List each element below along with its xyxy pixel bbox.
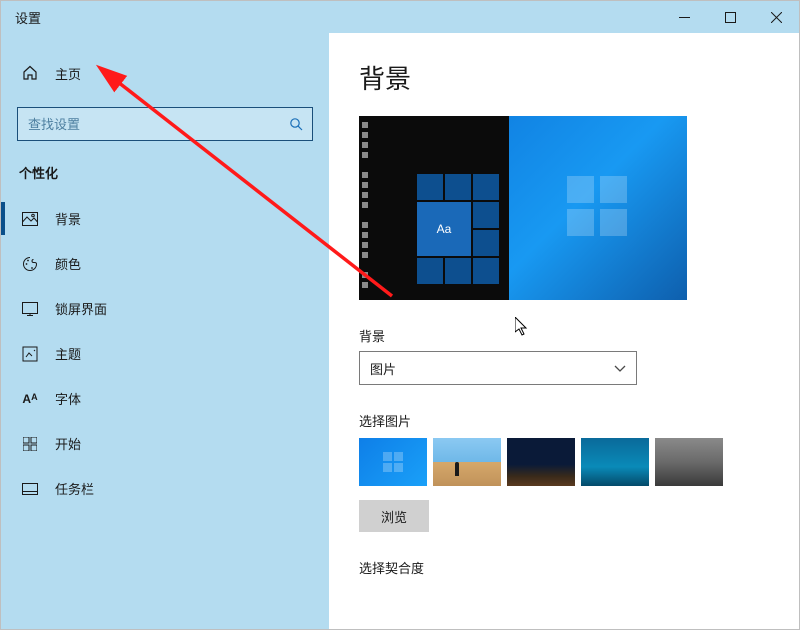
minimize-button[interactable] xyxy=(661,1,707,33)
nav-label: 锁屏界面 xyxy=(55,299,107,318)
background-select[interactable]: 图片 xyxy=(359,351,637,385)
nav-item-background[interactable]: 背景 xyxy=(1,196,329,241)
window-body: 主页 个性化 背景 颜色 锁屏界面 xyxy=(1,33,799,629)
picture-thumb-1[interactable] xyxy=(359,438,427,486)
nav-label: 主题 xyxy=(55,344,81,363)
picture-thumb-2[interactable] xyxy=(433,438,501,486)
titlebar: 设置 xyxy=(1,1,799,33)
search-input[interactable] xyxy=(28,117,288,132)
section-title: 个性化 xyxy=(19,163,329,182)
background-select-value: 图片 xyxy=(370,359,396,378)
nav-label: 任务栏 xyxy=(55,479,94,498)
preview-tile-text: Aa xyxy=(417,202,471,256)
maximize-button[interactable] xyxy=(707,1,753,33)
main-content: 背景 Aa 背景 图片 选择图片 xyxy=(329,33,799,629)
picture-thumb-5[interactable] xyxy=(655,438,723,486)
browse-button[interactable]: 浏览 xyxy=(359,500,429,532)
fit-label: 选择契合度 xyxy=(359,558,765,577)
minimize-icon xyxy=(679,12,690,23)
nav-item-fonts[interactable]: AA 字体 xyxy=(1,376,329,421)
nav-item-taskbar[interactable]: 任务栏 xyxy=(1,466,329,511)
close-icon xyxy=(771,12,782,23)
nav-label: 颜色 xyxy=(55,254,81,273)
lock-screen-icon xyxy=(19,302,41,316)
nav-label: 开始 xyxy=(55,434,81,453)
taskbar-icon xyxy=(19,483,41,495)
search-box[interactable] xyxy=(17,107,313,141)
windows-logo-icon xyxy=(567,176,627,236)
nav-list: 背景 颜色 锁屏界面 主题 AA 字体 xyxy=(1,196,329,511)
font-icon: AA xyxy=(19,392,41,406)
window-title: 设置 xyxy=(15,8,41,27)
home-label: 主页 xyxy=(55,64,81,83)
picture-thumb-4[interactable] xyxy=(581,438,649,486)
palette-icon xyxy=(19,256,41,272)
picture-thumb-3[interactable] xyxy=(507,438,575,486)
picture-thumbnails xyxy=(359,438,765,486)
search-icon xyxy=(288,116,304,132)
preview-startmenu: Aa xyxy=(359,116,509,300)
close-button[interactable] xyxy=(753,1,799,33)
nav-item-lockscreen[interactable]: 锁屏界面 xyxy=(1,286,329,331)
nav-item-themes[interactable]: 主题 xyxy=(1,331,329,376)
home-link[interactable]: 主页 xyxy=(1,53,329,93)
theme-icon xyxy=(19,346,41,362)
choose-picture-label: 选择图片 xyxy=(359,411,765,430)
image-icon xyxy=(19,212,41,226)
maximize-icon xyxy=(725,12,736,23)
nav-item-start[interactable]: 开始 xyxy=(1,421,329,466)
desktop-preview: Aa xyxy=(359,116,687,300)
background-label: 背景 xyxy=(359,326,765,345)
window-controls xyxy=(661,1,799,33)
browse-label: 浏览 xyxy=(381,507,407,526)
nav-item-colors[interactable]: 颜色 xyxy=(1,241,329,286)
page-title: 背景 xyxy=(359,59,765,96)
cursor-icon xyxy=(515,317,531,337)
sidebar: 主页 个性化 背景 颜色 锁屏界面 xyxy=(1,33,329,629)
nav-label: 背景 xyxy=(55,209,81,228)
start-icon xyxy=(19,437,41,451)
home-icon xyxy=(19,65,41,81)
nav-label: 字体 xyxy=(55,389,81,408)
settings-window: 设置 主页 xyxy=(0,0,800,630)
chevron-down-icon xyxy=(614,361,626,376)
